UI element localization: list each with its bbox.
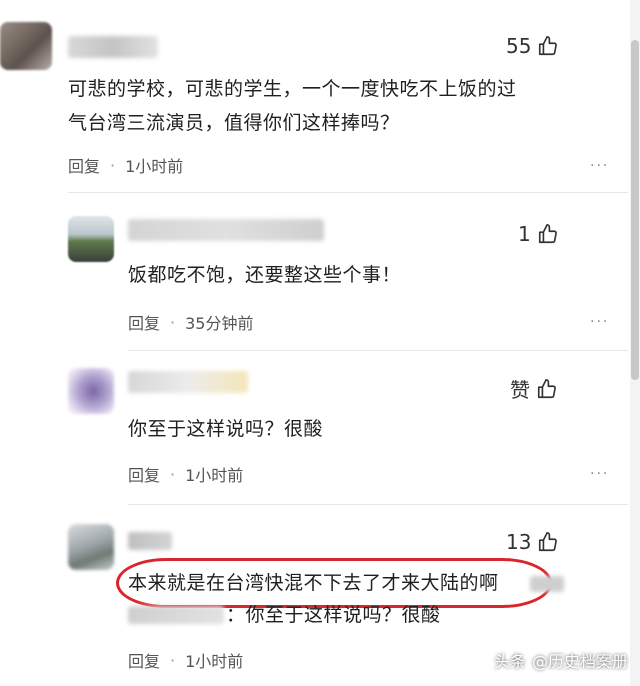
like-count: 13 xyxy=(506,530,532,554)
comment-text-line: 气台湾三流演员，值得你们这样捧吗？ xyxy=(68,112,400,134)
like-control[interactable]: 1 xyxy=(518,222,559,246)
username-blurred[interactable] xyxy=(128,532,172,550)
more-icon[interactable]: ··· xyxy=(590,158,609,174)
reply-button[interactable]: 回复 xyxy=(128,310,160,334)
watermark-author: @历史档案册 xyxy=(531,652,628,671)
comment-text: 饭都吃不饱，还要整这些个事！ xyxy=(128,264,402,286)
avatar[interactable] xyxy=(68,368,114,414)
comment-text: 可悲的学校，可悲的学生，一个一度快吃不上饭的过 气台湾三流演员，值得你们这样捧吗… xyxy=(68,72,588,140)
timestamp: 1小时前 xyxy=(125,157,184,176)
timestamp: 35分钟前 xyxy=(185,314,254,333)
avatar[interactable] xyxy=(0,22,52,70)
comment-meta: 回复 · 1小时前 xyxy=(128,462,243,486)
like-count: 1 xyxy=(518,222,531,246)
more-icon[interactable]: ··· xyxy=(590,314,609,330)
divider xyxy=(68,192,628,193)
watermark-prefix: 头条 xyxy=(493,652,526,671)
comment-meta: 回复 · 1小时前 xyxy=(68,153,183,177)
timestamp: 1小时前 xyxy=(185,652,244,671)
separator-dot: · xyxy=(170,464,176,484)
like-label: 赞 xyxy=(510,378,530,402)
separator-dot: · xyxy=(170,650,176,670)
username-blurred[interactable] xyxy=(128,219,324,241)
comment-text: 你至于这样说吗？很酸 xyxy=(128,418,324,440)
comment-text: 本来就是在台湾快混不下去了才来大陆的啊 xyxy=(128,572,499,594)
timestamp: 1小时前 xyxy=(185,466,244,485)
reply-button[interactable]: 回复 xyxy=(68,153,100,177)
reply-button[interactable]: 回复 xyxy=(128,462,160,486)
username-blurred[interactable] xyxy=(128,371,248,393)
thumbs-up-icon[interactable] xyxy=(537,531,559,553)
divider xyxy=(128,350,628,351)
thumbs-up-icon[interactable] xyxy=(537,35,559,57)
like-control[interactable]: 13 xyxy=(506,530,559,554)
separator-dot: · xyxy=(110,155,116,175)
watermark: 头条 @历史档案册 xyxy=(494,648,628,672)
thumbs-up-icon[interactable] xyxy=(537,223,559,245)
avatar[interactable] xyxy=(68,524,114,570)
username-blurred[interactable] xyxy=(68,36,158,58)
comment-meta: 回复 · 1小时前 xyxy=(128,648,243,672)
divider xyxy=(128,504,628,505)
quoted-user-blurred[interactable] xyxy=(128,606,224,624)
separator-dot: · xyxy=(170,312,176,332)
mention-blurred xyxy=(530,576,564,592)
more-icon[interactable]: ··· xyxy=(590,466,609,482)
like-control[interactable]: 赞 xyxy=(510,374,558,403)
scrollbar-thumb[interactable] xyxy=(631,40,639,380)
like-control[interactable]: 55 xyxy=(506,34,559,58)
thumbs-up-icon[interactable] xyxy=(536,378,558,400)
avatar[interactable] xyxy=(68,216,114,262)
comment-meta: 回复 · 35分钟前 xyxy=(128,310,253,334)
quoted-reply-text: ：你至于这样说吗？很酸 xyxy=(226,604,441,626)
like-count: 55 xyxy=(506,34,532,58)
reply-button[interactable]: 回复 xyxy=(128,648,160,672)
comment-text-line: 可悲的学校，可悲的学生，一个一度快吃不上饭的过 xyxy=(68,78,517,100)
